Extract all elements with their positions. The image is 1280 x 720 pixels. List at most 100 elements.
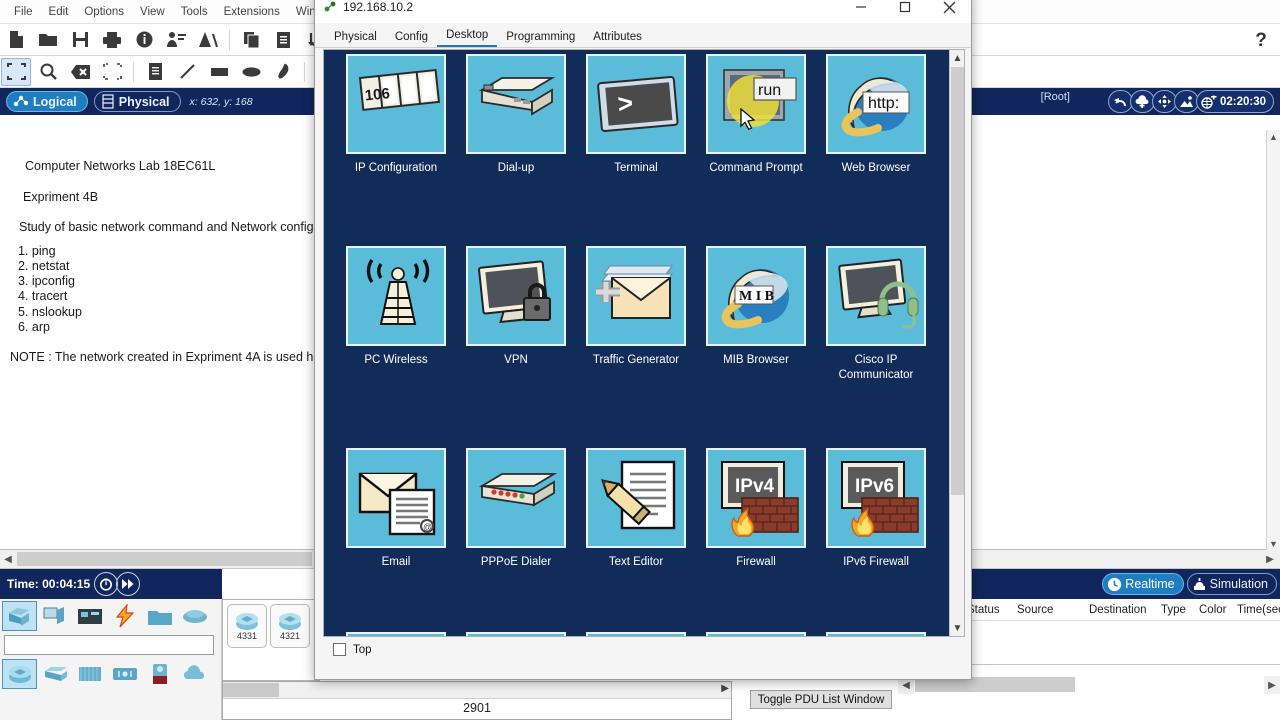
network-wizard-icon[interactable]: [193, 26, 223, 54]
maximize-button[interactable]: [883, 0, 927, 23]
desktop-vertical-scrollbar[interactable]: ▲ ▼: [949, 50, 964, 636]
scroll-up-icon[interactable]: ▲: [950, 50, 964, 66]
new-file-icon[interactable]: [1, 26, 31, 54]
desktop-item-pppoe-dialer[interactable]: PPPoE Dialer: [456, 448, 576, 570]
desktop-item-pc-wireless[interactable]: PC Wireless: [336, 246, 456, 383]
help-button[interactable]: ?: [1248, 28, 1274, 54]
device-list-scrollbar[interactable]: ▶: [223, 682, 731, 699]
cloud-icon[interactable]: [177, 659, 212, 689]
minimize-button[interactable]: [839, 0, 883, 23]
reset-simulation-icon[interactable]: [94, 572, 119, 596]
simulation-time-strip: Time: 00:04:15: [0, 569, 222, 599]
desktop-item-email[interactable]: @ Email: [336, 448, 456, 570]
desktop-item-traffic-generator[interactable]: Traffic Generator: [576, 246, 696, 383]
draw-ellipse-icon[interactable]: [236, 58, 266, 86]
tab-desktop[interactable]: Desktop: [437, 26, 498, 47]
top-checkbox[interactable]: [333, 643, 346, 656]
text-editor-icon: [586, 448, 686, 548]
print-icon[interactable]: [97, 26, 127, 54]
misc-icon[interactable]: [142, 601, 177, 631]
copy-icon[interactable]: [236, 26, 266, 54]
menu-item-file[interactable]: File: [6, 3, 41, 21]
menu-item-tools[interactable]: Tools: [173, 3, 216, 21]
desktop-item-label: Command Prompt: [709, 162, 803, 174]
scroll-down-icon[interactable]: ▼: [1267, 537, 1280, 550]
toggle-pdu-list-button[interactable]: Toggle PDU List Window: [750, 690, 892, 709]
desktop-scroll-thumb[interactable]: [951, 67, 964, 495]
scroll-right-icon[interactable]: ▶: [1264, 676, 1280, 694]
fast-forward-icon[interactable]: [116, 572, 141, 596]
delete-icon[interactable]: [65, 58, 95, 86]
end-devices-icon[interactable]: [37, 601, 72, 631]
realtime-mode-button[interactable]: Realtime: [1102, 573, 1184, 595]
desktop-item-label: Cisco IP Communicator: [838, 354, 914, 381]
simulation-mode-button[interactable]: Simulation: [1186, 573, 1277, 595]
router-icon[interactable]: [2, 659, 37, 689]
window-title-bar[interactable]: 192.168.10.2: [315, 0, 971, 23]
top-checkbox-group[interactable]: Top: [333, 643, 372, 656]
desktop-item-ip-configuration[interactable]: 106 IP Configuration: [336, 54, 456, 176]
scroll-left-icon[interactable]: ◀: [0, 550, 16, 568]
horizontal-scroll-thumb[interactable]: [17, 552, 312, 566]
wan-emulation-icon[interactable]: [142, 659, 177, 689]
palette-search-input[interactable]: [4, 635, 214, 655]
open-folder-icon[interactable]: [33, 26, 63, 54]
scroll-right-icon[interactable]: ▶: [1262, 550, 1278, 568]
tab-config[interactable]: Config: [386, 28, 437, 47]
desktop-item-vpn[interactable]: VPN: [456, 246, 576, 383]
desktop-item-label: MIB Browser: [723, 354, 789, 366]
desktop-item-web-browser[interactable]: http: Web Browser: [816, 54, 936, 176]
activity-wizard-icon[interactable]: [161, 26, 191, 54]
draw-rectangle-icon[interactable]: [204, 58, 234, 86]
canvas-vertical-scrollbar[interactable]: ▲ ▼: [1266, 130, 1280, 550]
scroll-right-icon[interactable]: ▶: [721, 683, 729, 694]
menu-item-options[interactable]: Options: [76, 3, 132, 21]
draw-line-icon[interactable]: [172, 58, 202, 86]
desktop-item-partial[interactable]: [336, 632, 456, 636]
switch-icon[interactable]: [37, 659, 72, 689]
menu-item-edit[interactable]: Edit: [41, 3, 77, 21]
tab-attributes[interactable]: Attributes: [584, 28, 651, 47]
desktop-item-terminal[interactable]: > Terminal: [576, 54, 696, 176]
tab-physical[interactable]: Physical: [325, 28, 386, 47]
menu-item-extensions[interactable]: Extensions: [216, 3, 288, 21]
device-model-4321[interactable]: 4321: [270, 604, 310, 648]
scroll-down-icon[interactable]: ▼: [950, 620, 964, 636]
desktop-item-firewall[interactable]: IPv4 Firewall: [696, 448, 816, 570]
menu-item-view[interactable]: View: [132, 3, 173, 21]
notes-icon[interactable]: [140, 58, 170, 86]
desktop-item-partial[interactable]: [456, 632, 576, 636]
desktop-item-label: Dial-up: [497, 162, 535, 174]
info-icon[interactable]: [129, 26, 159, 54]
desktop-item-cisco-ip-communicator[interactable]: Cisco IP Communicator: [816, 246, 936, 383]
close-button[interactable]: [927, 0, 971, 23]
pdu-list-table: Status Source Destination Type Color Tim…: [962, 599, 1280, 665]
desktop-item-text-editor[interactable]: Text Editor: [576, 448, 696, 570]
device-model-4331[interactable]: 4331: [227, 604, 267, 648]
device-list-scroll-thumb[interactable]: [223, 683, 279, 697]
desktop-item-partial[interactable]: [576, 632, 696, 636]
desktop-item-mib-browser[interactable]: M I B MIB Browser: [696, 246, 816, 383]
tab-programming[interactable]: Programming: [497, 28, 584, 47]
save-icon[interactable]: [65, 26, 95, 54]
network-devices-icon[interactable]: [2, 601, 37, 631]
draw-freeform-icon[interactable]: [268, 58, 298, 86]
components-icon[interactable]: [72, 601, 107, 631]
resize-shape-icon[interactable]: [97, 58, 127, 86]
desktop-item-partial[interactable]: [696, 632, 816, 636]
physical-view-button[interactable]: Physical: [93, 91, 181, 112]
multiuser-icon[interactable]: [177, 601, 212, 631]
desktop-item-ipv6-firewall[interactable]: IPv6 IPv6 Firewall: [816, 448, 936, 570]
paste-icon[interactable]: [268, 26, 298, 54]
select-icon[interactable]: [1, 57, 31, 86]
scroll-up-icon[interactable]: ▲: [1267, 130, 1280, 143]
connections-icon[interactable]: [107, 601, 142, 631]
wireless-icon[interactable]: [107, 659, 142, 689]
desktop-item-dial-up[interactable]: Dial-up: [456, 54, 576, 176]
logical-view-button[interactable]: Logical: [6, 91, 88, 112]
viewport-clock[interactable]: 02:20:30: [1195, 90, 1274, 113]
desktop-item-partial[interactable]: [816, 632, 936, 636]
hub-icon[interactable]: [72, 659, 107, 689]
magnifier-icon[interactable]: [33, 58, 63, 86]
device-model-label: 4321: [279, 631, 301, 641]
